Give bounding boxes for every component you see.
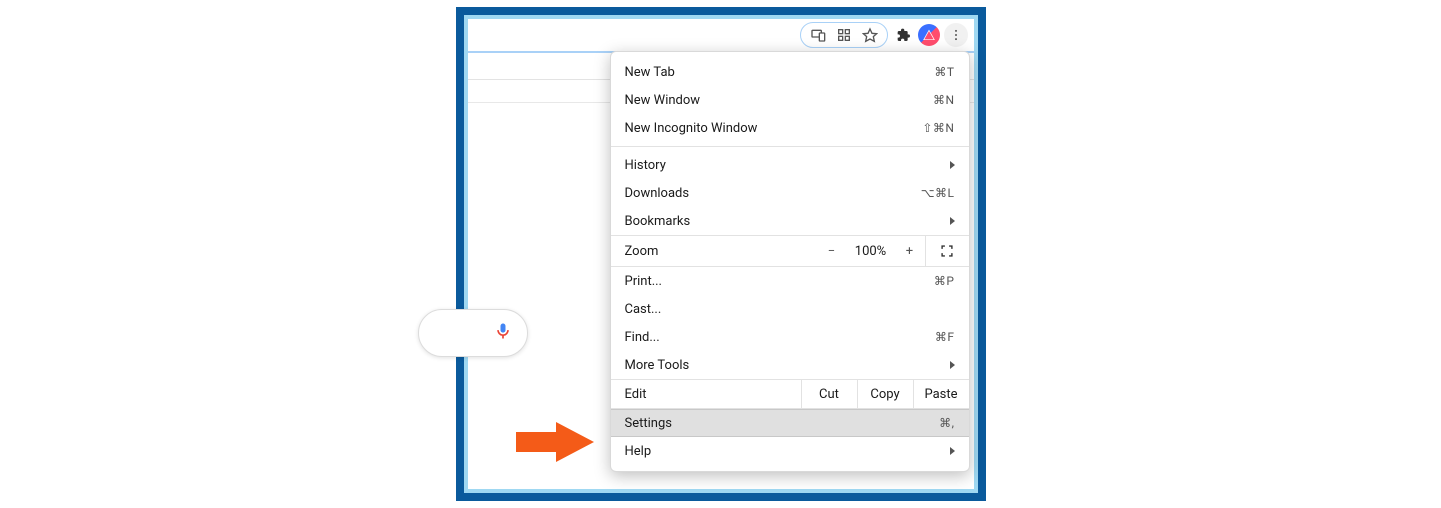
menu-label: Edit [611, 387, 801, 402]
menu-item-help[interactable]: Help [611, 437, 969, 465]
zoom-in-button[interactable]: + [895, 244, 925, 259]
star-icon[interactable] [859, 24, 881, 46]
browser-toolbar [468, 19, 974, 53]
menu-label: More Tools [625, 358, 690, 373]
menu-label: Help [625, 444, 652, 459]
menu-label: History [625, 158, 666, 173]
chevron-right-icon [950, 217, 955, 225]
chevron-right-icon [950, 161, 955, 169]
menu-item-cast[interactable]: Cast... [611, 295, 969, 323]
shortcut-label: ⌥⌘L [921, 186, 955, 200]
shortcut-label: ⌘P [934, 274, 955, 288]
menu-label: Settings [625, 416, 672, 431]
menu-item-find[interactable]: Find... ⌘F [611, 323, 969, 351]
grid-icon[interactable] [833, 24, 855, 46]
more-menu-button[interactable] [944, 23, 968, 47]
omnibox-actions-pill [800, 22, 888, 48]
menu-label: New Window [625, 93, 701, 108]
menu-label: Zoom [611, 244, 817, 259]
screenshot-frame: New Tab ⌘T New Window ⌘N New Incognito W… [456, 7, 986, 501]
search-box[interactable] [418, 309, 528, 357]
menu-label: Downloads [625, 186, 690, 201]
menu-label: New Tab [625, 65, 675, 80]
shortcut-label: ⌘F [935, 330, 955, 344]
menu-item-new-window[interactable]: New Window ⌘N [611, 86, 969, 114]
menu-item-print[interactable]: Print... ⌘P [611, 267, 969, 295]
puzzle-icon[interactable] [892, 24, 914, 46]
menu-item-edit: Edit Cut Copy Paste [611, 379, 969, 409]
chrome-overflow-menu: New Tab ⌘T New Window ⌘N New Incognito W… [610, 51, 970, 472]
browser-window: New Tab ⌘T New Window ⌘N New Incognito W… [468, 19, 974, 489]
menu-item-settings[interactable]: Settings ⌘, [611, 409, 969, 437]
profile-avatar[interactable] [918, 24, 940, 46]
microphone-icon[interactable] [493, 321, 513, 345]
menu-item-more-tools[interactable]: More Tools [611, 351, 969, 379]
copy-button[interactable]: Copy [857, 380, 913, 408]
menu-item-downloads[interactable]: Downloads ⌥⌘L [611, 179, 969, 207]
menu-label: New Incognito Window [625, 121, 758, 136]
menu-item-history[interactable]: History [611, 151, 969, 179]
menu-item-bookmarks[interactable]: Bookmarks [611, 207, 969, 235]
menu-item-new-tab[interactable]: New Tab ⌘T [611, 58, 969, 86]
zoom-value: 100% [847, 244, 895, 259]
menu-label: Bookmarks [625, 214, 691, 229]
menu-label: Cast... [625, 302, 662, 317]
shortcut-label: ⌘N [933, 93, 955, 107]
callout-arrow-icon [516, 422, 594, 466]
menu-label: Find... [625, 330, 660, 345]
menu-label: Print... [625, 274, 662, 289]
chevron-right-icon [950, 447, 955, 455]
menu-item-incognito[interactable]: New Incognito Window ⇧⌘N [611, 114, 969, 142]
paste-button[interactable]: Paste [913, 380, 969, 408]
chevron-right-icon [950, 361, 955, 369]
menu-separator [611, 146, 969, 147]
menu-item-zoom: Zoom − 100% + [611, 235, 969, 267]
fullscreen-button[interactable] [925, 236, 969, 266]
device-icon[interactable] [807, 24, 829, 46]
cut-button[interactable]: Cut [801, 380, 857, 408]
zoom-out-button[interactable]: − [817, 244, 847, 259]
shortcut-label: ⌘, [939, 416, 954, 430]
shortcut-label: ⇧⌘N [922, 121, 954, 135]
shortcut-label: ⌘T [934, 65, 954, 79]
